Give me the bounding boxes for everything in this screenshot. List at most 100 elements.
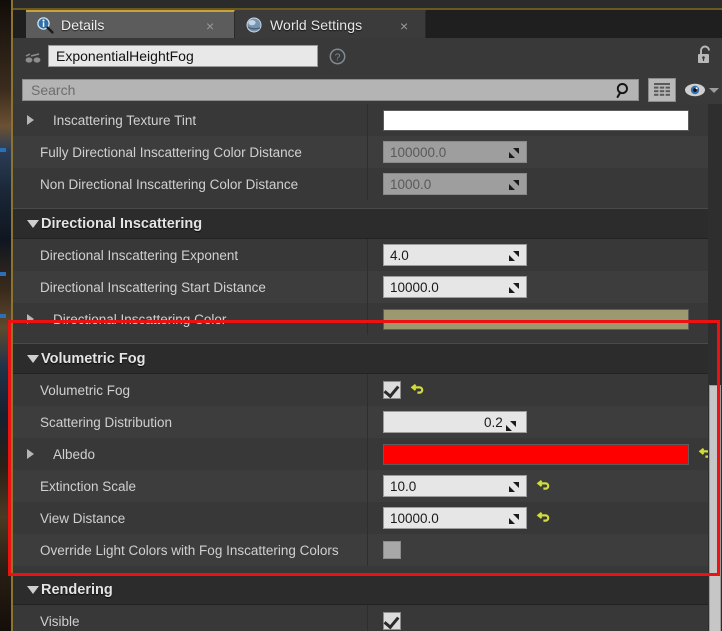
- chevron-right-icon[interactable]: [27, 314, 34, 324]
- property-label: Extinction Scale: [40, 478, 137, 494]
- number-input[interactable]: 10000.0: [383, 507, 527, 529]
- reset-to-default-icon[interactable]: [536, 479, 551, 494]
- number-input[interactable]: 10000.0: [383, 276, 527, 298]
- property-row[interactable]: Volumetric Fog: [13, 374, 722, 406]
- section-title: Rendering: [41, 581, 113, 598]
- close-icon[interactable]: ×: [206, 19, 214, 33]
- section-title: Directional Inscattering: [41, 215, 203, 232]
- column-splitter[interactable]: [367, 470, 368, 502]
- column-splitter[interactable]: [367, 239, 368, 271]
- property-row[interactable]: Fully Directional Inscattering Color Dis…: [13, 136, 722, 168]
- drag-handle-icon[interactable]: [501, 146, 521, 160]
- property-row[interactable]: View Distance 10000.0: [13, 502, 722, 534]
- chevron-down-icon[interactable]: [27, 585, 39, 594]
- close-icon[interactable]: ×: [400, 19, 408, 33]
- actor-name-field[interactable]: ExponentialHeightFog: [48, 45, 318, 67]
- number-value: 10000.0: [390, 279, 439, 295]
- search-magnifier-icon[interactable]: [615, 82, 632, 99]
- chevron-down-icon[interactable]: [27, 354, 39, 363]
- number-value: 10000.0: [390, 510, 439, 526]
- color-swatch[interactable]: [383, 308, 689, 330]
- property-row[interactable]: Visible: [13, 605, 722, 631]
- visibility-eye-icon[interactable]: [684, 80, 706, 100]
- property-row[interactable]: Override Light Colors with Fog Inscatter…: [13, 534, 722, 566]
- column-splitter[interactable]: [367, 438, 368, 470]
- vertical-scrollbar[interactable]: [708, 104, 722, 631]
- help-question-icon[interactable]: ?: [329, 48, 346, 65]
- section-gap: [13, 200, 722, 208]
- number-value: 1000.0: [390, 176, 432, 192]
- unlocked-padlock-icon[interactable]: [696, 44, 716, 66]
- chevron-down-icon[interactable]: [27, 219, 39, 228]
- check-icon: [383, 612, 400, 630]
- section-header[interactable]: Directional Inscattering: [13, 208, 722, 239]
- property-list[interactable]: Inscattering Texture Tint Fully Direction…: [13, 104, 722, 631]
- details-magnifier-icon: [36, 16, 54, 34]
- drag-handle-icon[interactable]: [501, 512, 521, 526]
- checkbox[interactable]: [383, 541, 401, 559]
- section-header[interactable]: Rendering: [13, 574, 722, 605]
- tab-label: World Settings: [270, 17, 363, 33]
- column-splitter[interactable]: [367, 406, 368, 438]
- chevron-right-icon[interactable]: [27, 115, 34, 125]
- property-row[interactable]: Inscattering Texture Tint: [13, 104, 722, 136]
- property-label: Inscattering Texture Tint: [53, 112, 197, 128]
- column-splitter[interactable]: [367, 168, 368, 200]
- property-label: Directional Inscattering Start Distance: [40, 279, 266, 295]
- property-value: 10.0: [383, 475, 551, 497]
- checkbox[interactable]: [383, 381, 401, 399]
- property-row[interactable]: Directional Inscattering Color: [13, 303, 722, 335]
- property-label: Fully Directional Inscattering Color Dis…: [40, 144, 302, 160]
- number-value: 100000.0: [390, 144, 447, 160]
- checkbox[interactable]: [383, 612, 401, 630]
- property-label: Visible: [40, 613, 80, 629]
- property-row[interactable]: Scattering Distribution 0.2: [13, 406, 722, 438]
- chevron-right-icon[interactable]: [27, 449, 34, 459]
- search-input[interactable]: Search: [22, 79, 639, 101]
- pin-actor-icon[interactable]: [22, 52, 44, 64]
- slider-input[interactable]: 0.2: [383, 411, 527, 433]
- number-input[interactable]: 100000.0: [383, 141, 527, 163]
- section-gap: [13, 566, 722, 574]
- number-value: 10.0: [390, 478, 417, 494]
- drag-handle-icon[interactable]: [501, 178, 521, 192]
- column-splitter[interactable]: [367, 104, 368, 136]
- tab-bar: Details × World Settings ×: [13, 10, 722, 38]
- drag-handle-icon[interactable]: [501, 480, 521, 494]
- column-splitter[interactable]: [367, 605, 368, 631]
- section-gap: [13, 335, 722, 343]
- property-row[interactable]: Non Directional Inscattering Color Dista…: [13, 168, 722, 200]
- actor-name-value: ExponentialHeightFog: [56, 48, 194, 64]
- color-swatch[interactable]: [383, 443, 689, 465]
- tab-world-settings[interactable]: World Settings ×: [235, 10, 426, 38]
- number-input[interactable]: 4.0: [383, 244, 527, 266]
- reset-to-default-icon[interactable]: [536, 511, 551, 526]
- property-value: 0.2: [383, 411, 527, 433]
- drag-handle-icon[interactable]: [498, 419, 518, 433]
- property-row[interactable]: Extinction Scale 10.0: [13, 470, 722, 502]
- tab-details[interactable]: Details ×: [26, 10, 235, 38]
- section-header[interactable]: Volumetric Fog: [13, 343, 722, 374]
- color-swatch[interactable]: [383, 109, 689, 131]
- property-value: 4.0: [383, 244, 527, 266]
- column-splitter[interactable]: [367, 136, 368, 168]
- column-splitter[interactable]: [367, 374, 368, 406]
- number-input[interactable]: 10.0: [383, 475, 527, 497]
- property-row[interactable]: Albedo: [13, 438, 722, 470]
- property-row[interactable]: Directional Inscattering Start Distance 1…: [13, 271, 722, 303]
- number-input[interactable]: 1000.0: [383, 173, 527, 195]
- chevron-down-icon[interactable]: [709, 88, 719, 93]
- column-view-icon[interactable]: [648, 78, 676, 102]
- scrollbar-thumb[interactable]: [709, 385, 721, 631]
- property-label: Volumetric Fog: [40, 382, 131, 398]
- column-splitter[interactable]: [367, 303, 368, 335]
- svg-text:?: ?: [335, 51, 341, 63]
- drag-handle-icon[interactable]: [501, 249, 521, 263]
- column-splitter[interactable]: [367, 534, 368, 566]
- column-splitter[interactable]: [367, 271, 368, 303]
- drag-handle-icon[interactable]: [501, 281, 521, 295]
- column-splitter[interactable]: [367, 502, 368, 534]
- property-row[interactable]: Directional Inscattering Exponent 4.0: [13, 239, 722, 271]
- reset-to-default-icon[interactable]: [410, 383, 425, 398]
- property-value: [383, 381, 425, 399]
